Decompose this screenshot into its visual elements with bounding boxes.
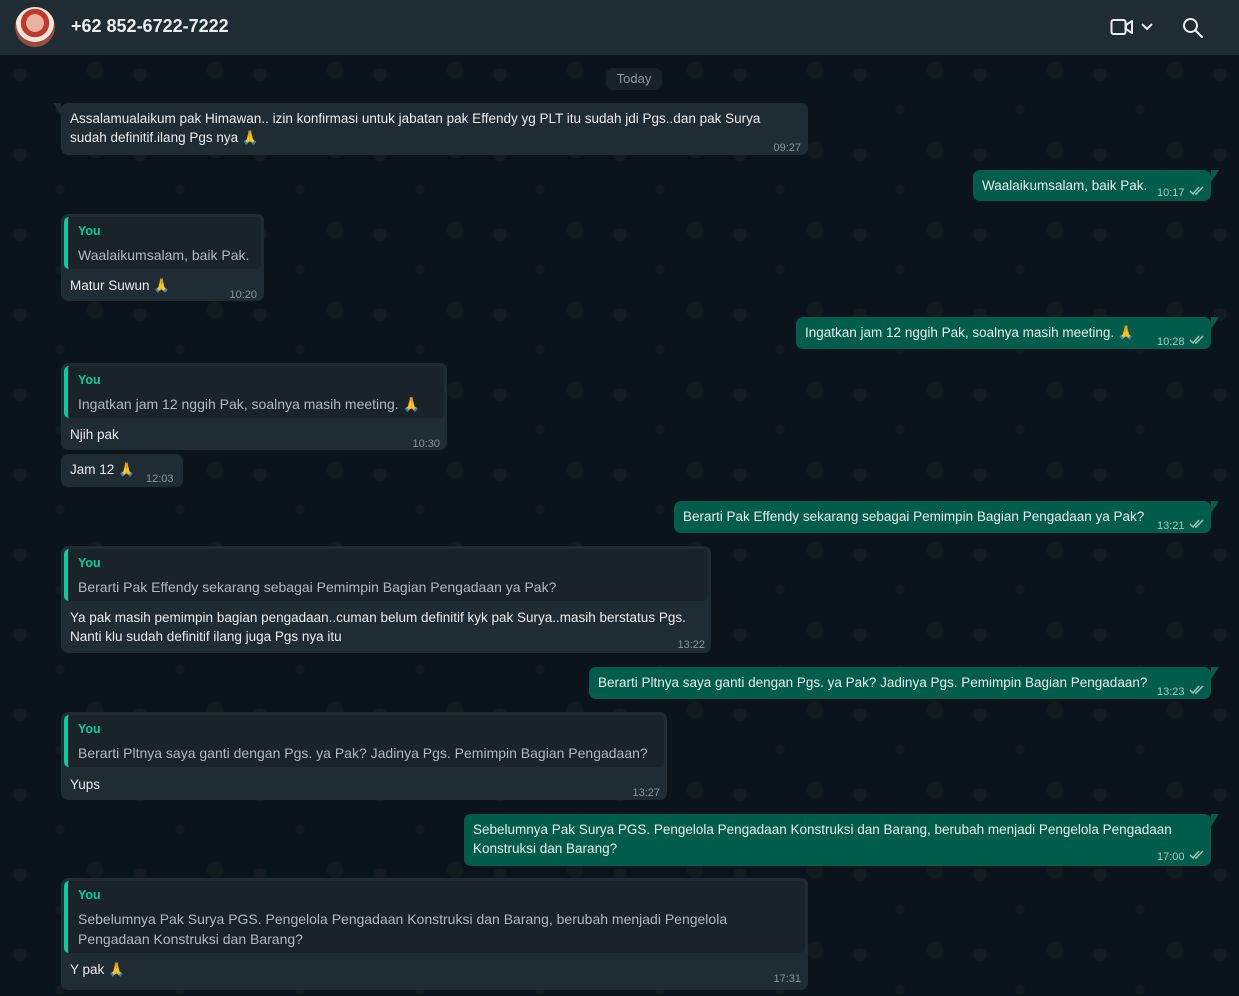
quoted-message[interactable]: You Waalaikumsalam, baik Pak.	[64, 217, 261, 269]
message-text: Assalamualaikum pak Himawan.. izin konfi…	[70, 111, 761, 126]
message-text: Ingatkan jam 12 nggih Pak, soalnya masih…	[805, 325, 1135, 340]
message-text: Waalaikumsalam, baik Pak.	[982, 178, 1148, 193]
message-text: Y pak 🙏	[70, 962, 125, 977]
double-check-icon	[1189, 685, 1204, 695]
message-text: Njih pak	[70, 427, 119, 442]
message-time: 10:28	[1157, 336, 1185, 348]
message-time: 10:30	[412, 438, 440, 450]
message-incoming[interactable]: You Berarti Pltnya saya ganti dengan Pgs…	[61, 712, 667, 800]
message-time: 10:17	[1157, 187, 1185, 199]
message-outgoing[interactable]: Berarti Pak Effendy sekarang sebagai Pem…	[674, 501, 1219, 533]
message-time: 17:00	[1157, 851, 1185, 863]
quoted-message[interactable]: You Sebelumnya Pak Surya PGS. Pengelola …	[64, 881, 805, 953]
message-text: Jam 12 🙏	[70, 462, 135, 477]
double-check-icon	[1189, 335, 1204, 345]
message-text: Ya pak masih pemimpin bagian pengadaan..…	[70, 610, 686, 625]
message-text: Konstruksi dan Barang?	[473, 841, 618, 856]
quote-text: Ingatkan jam 12 nggih Pak, soalnya masih…	[78, 396, 420, 412]
search-icon[interactable]	[1182, 17, 1204, 39]
message-incoming[interactable]: You Sebelumnya Pak Surya PGS. Pengelola …	[61, 878, 808, 990]
message-text: Yups	[70, 777, 101, 792]
chat-area[interactable]: Today Assalamualaikum pak Himawan.. izin…	[0, 55, 1239, 996]
quote-author: You	[78, 888, 101, 902]
message-time: 12:03	[146, 473, 174, 485]
quote-author: You	[78, 556, 101, 570]
message-outgoing[interactable]: Sebelumnya Pak Surya PGS. Pengelola Peng…	[464, 814, 1219, 866]
message-text: Matur Suwun 🙏	[70, 278, 171, 293]
message-incoming[interactable]: You Ingatkan jam 12 nggih Pak, soalnya m…	[61, 363, 447, 450]
message-text: Berarti Pltnya saya ganti dengan Pgs. ya…	[598, 675, 1148, 690]
chat-header: +62 852-6722-7222	[0, 0, 1239, 55]
chevron-down-icon[interactable]	[1140, 22, 1154, 32]
message-text: sudah definitif.ilang Pgs nya 🙏	[70, 130, 259, 145]
message-outgoing[interactable]: Ingatkan jam 12 nggih Pak, soalnya masih…	[796, 317, 1219, 349]
message-time: 13:23	[1157, 686, 1185, 698]
quote-text: Berarti Pltnya saya ganti dengan Pgs. ya…	[78, 745, 648, 761]
message-incoming[interactable]: You Berarti Pak Effendy sekarang sebagai…	[61, 546, 711, 653]
date-chip: Today	[606, 68, 662, 90]
message-time: 13:22	[677, 639, 705, 651]
quoted-message[interactable]: You Ingatkan jam 12 nggih Pak, soalnya m…	[64, 366, 444, 418]
quote-text: Sebelumnya Pak Surya PGS. Pengelola Peng…	[78, 911, 728, 927]
message-incoming[interactable]: Jam 12 🙏 12:03	[61, 454, 183, 487]
quote-text: Waalaikumsalam, baik Pak.	[78, 247, 250, 263]
video-call-icon[interactable]	[1110, 18, 1134, 36]
contact-avatar[interactable]	[15, 7, 55, 47]
double-check-icon	[1189, 186, 1204, 196]
message-outgoing[interactable]: Berarti Pltnya saya ganti dengan Pgs. ya…	[589, 667, 1219, 699]
message-incoming[interactable]: Assalamualaikum pak Himawan.. izin konfi…	[53, 103, 808, 155]
message-outgoing[interactable]: Waalaikumsalam, baik Pak. 10:17	[973, 170, 1219, 201]
message-text: Sebelumnya Pak Surya PGS. Pengelola Peng…	[473, 822, 1172, 837]
quote-author: You	[78, 373, 101, 387]
message-incoming[interactable]: You Waalaikumsalam, baik Pak. Matur Suwu…	[61, 214, 264, 301]
double-check-icon	[1189, 519, 1204, 529]
quote-text: Pengadaan Konstruksi dan Barang?	[78, 931, 303, 947]
message-text: Nanti klu sudah definitif ilang juga Pgs…	[70, 629, 342, 644]
message-time: 13:27	[632, 787, 660, 799]
message-time: 09:27	[773, 142, 801, 154]
double-check-icon	[1189, 850, 1204, 860]
message-time: 13:21	[1157, 520, 1185, 532]
contact-name[interactable]: +62 852-6722-7222	[71, 16, 229, 37]
message-text: Berarti Pak Effendy sekarang sebagai Pem…	[683, 509, 1145, 524]
quoted-message[interactable]: You Berarti Pltnya saya ganti dengan Pgs…	[64, 715, 664, 767]
quote-author: You	[78, 224, 101, 238]
quote-text: Berarti Pak Effendy sekarang sebagai Pem…	[78, 579, 557, 595]
message-time: 17:31	[773, 973, 801, 985]
message-time: 10:20	[229, 289, 257, 301]
quoted-message[interactable]: You Berarti Pak Effendy sekarang sebagai…	[64, 549, 708, 601]
quote-author: You	[78, 722, 101, 736]
